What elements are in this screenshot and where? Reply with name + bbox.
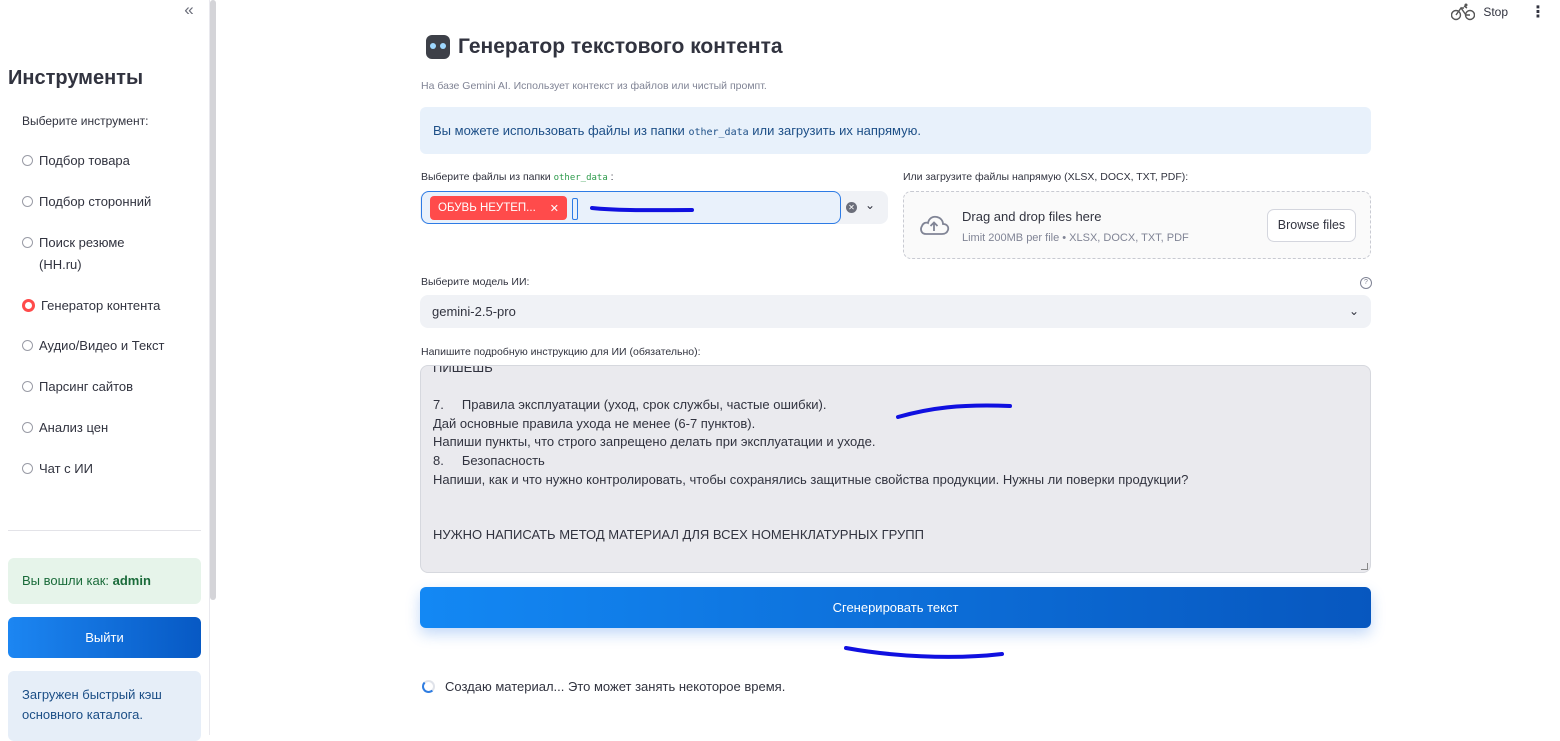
- login-username: admin: [112, 573, 151, 588]
- radio-icon: [22, 237, 33, 248]
- folder-files-label-suffix: :: [610, 171, 614, 183]
- tool-radio-audio-video[interactable]: Аудио/Видео и Текст: [22, 335, 192, 357]
- radio-icon: [22, 463, 33, 474]
- tool-radio-product-selection[interactable]: Подбор товара: [22, 150, 192, 172]
- tool-radio-label: Генератор контента: [41, 298, 161, 313]
- selected-file-tag[interactable]: ОБУВЬ НЕУТЕП... ✕: [430, 196, 567, 220]
- robot-icon: [426, 35, 450, 59]
- instruction-line: 8. Безопасность: [433, 452, 545, 468]
- tool-select-label: Выберите инструмент:: [22, 114, 149, 128]
- tool-radio-third-party-selection[interactable]: Подбор сторонний: [22, 191, 192, 213]
- folder-files-multiselect[interactable]: ОБУВЬ НЕУТЕП... ✕ ✕ ⌄: [420, 191, 888, 224]
- remove-tag-icon[interactable]: ✕: [550, 202, 559, 215]
- instruction-text: ПИШЕШЬ 7. Правила эксплуатации (уход, сро…: [433, 365, 1353, 545]
- multiselect-input[interactable]: ОБУВЬ НЕУТЕП... ✕: [421, 191, 841, 224]
- tool-radio-label: Подбор товара: [39, 153, 130, 168]
- instruction-line: [433, 489, 1353, 508]
- sidebar-scrollbar[interactable]: [210, 0, 216, 600]
- page-title: Генератор текстового контента: [426, 35, 783, 59]
- radio-icon: [22, 196, 33, 207]
- upload-label: Или загрузите файлы напрямую (XLSX, DOCX…: [903, 171, 1189, 183]
- clear-selection-icon[interactable]: ✕: [846, 202, 857, 213]
- instruction-line: НУЖНО НАПИСАТЬ МЕТОД МАТЕРИАЛ ДЛЯ ВСЕХ Н…: [433, 527, 924, 543]
- resize-handle[interactable]: [1361, 563, 1368, 570]
- loading-spinner-icon: [422, 680, 435, 693]
- main-menu-icon[interactable]: ⋮: [1530, 2, 1546, 22]
- tool-radio-label: Анализ цен: [39, 420, 109, 435]
- cache-status-message: Загружен быстрый кэш основного каталога.: [8, 671, 201, 741]
- selected-file-tag-label: ОБУВЬ НЕУТЕП...: [438, 202, 536, 214]
- tool-radio-label: Чат с ИИ: [39, 461, 93, 476]
- tool-radio-content-generator[interactable]: Генератор контента: [22, 295, 192, 317]
- instruction-label: Напишите подробную инструкцию для ИИ (об…: [421, 346, 701, 358]
- info-prefix: Вы можете использовать файлы из папки: [433, 123, 685, 138]
- browse-files-button[interactable]: Browse files: [1267, 209, 1356, 242]
- tool-radio-label: Парсинг сайтов: [39, 379, 134, 394]
- file-dropzone[interactable]: Drag and drop files here Limit 200MB per…: [903, 191, 1371, 259]
- scribble-stroke: [844, 646, 1004, 659]
- tool-radio-label: Подбор сторонний: [39, 194, 152, 209]
- dropzone-limit: Limit 200MB per file • XLSX, DOCX, TXT, …: [962, 232, 1189, 244]
- folder-files-label-prefix: Выберите файлы из папки: [421, 171, 551, 183]
- instruction-line: Напиши пункты, что строго запрещено дела…: [433, 434, 876, 450]
- help-icon[interactable]: ?: [1360, 277, 1372, 289]
- radio-icon: [22, 381, 33, 392]
- text-cursor: [572, 198, 578, 220]
- logout-button[interactable]: Выйти: [8, 617, 201, 658]
- instruction-line: Напиши, как и что нужно контролировать, …: [433, 471, 1189, 487]
- login-prefix: Вы вошли как:: [22, 573, 110, 588]
- model-label: Выберите модель ИИ:: [421, 276, 530, 288]
- page-subtitle: На базе Gemini AI. Использует контекст и…: [421, 80, 767, 92]
- folder-files-label: Выберите файлы из папки other_data :: [421, 171, 614, 183]
- generate-button[interactable]: Сгенерировать текст: [420, 587, 1371, 628]
- sidebar-divider: [8, 530, 201, 531]
- tool-radio-ai-chat[interactable]: Чат с ИИ: [22, 458, 192, 480]
- instruction-line: [433, 378, 1353, 397]
- tool-radio-label: Аудио/Видео и Текст: [39, 338, 165, 353]
- instruction-line: Дай основные правила ухода не менее (6-7…: [433, 415, 756, 431]
- info-suffix: или загрузить их напрямую.: [752, 123, 921, 138]
- instruction-textarea[interactable]: ПИШЕШЬ 7. Правила эксплуатации (уход, сро…: [420, 365, 1371, 573]
- chevron-down-icon: ⌄: [1348, 304, 1359, 318]
- tool-radio-label: Поиск резюме (HH.ru): [39, 235, 125, 272]
- loading-status-text: Создаю материал... Это может занять неко…: [445, 679, 786, 694]
- sidebar-title: Инструменты: [8, 67, 144, 89]
- tool-radio-site-parsing[interactable]: Парсинг сайтов: [22, 376, 192, 398]
- instruction-line: ПИШЕШЬ: [433, 365, 493, 375]
- tool-radio-price-analysis[interactable]: Анализ цен: [22, 417, 192, 439]
- info-folder-code: other_data: [688, 127, 749, 138]
- login-status: Вы вошли как: admin: [8, 558, 201, 604]
- cloud-upload-icon: [920, 215, 950, 235]
- radio-icon: [22, 422, 33, 433]
- page-title-text: Генератор текстового контента: [458, 35, 783, 58]
- instruction-line: [433, 508, 1353, 527]
- model-select-value: gemini-2.5-pro: [432, 304, 516, 319]
- folder-files-label-code: other_data: [553, 173, 608, 183]
- chevron-down-icon[interactable]: ⌄: [865, 198, 875, 212]
- radio-icon: [22, 340, 33, 351]
- radio-icon: [22, 155, 33, 166]
- bicycle-icon: [1451, 3, 1476, 21]
- radio-checked-icon: [22, 299, 35, 312]
- collapse-sidebar-icon[interactable]: «: [178, 0, 200, 20]
- tool-radio-resume-search[interactable]: Поиск резюме (HH.ru): [22, 232, 142, 276]
- stop-button[interactable]: Stop: [1483, 5, 1508, 19]
- info-alert: Вы можете использовать файлы из папки ot…: [420, 107, 1371, 154]
- dropzone-title: Drag and drop files here: [962, 209, 1102, 224]
- instruction-line: 7. Правила эксплуатации (уход, срок служ…: [433, 397, 827, 413]
- model-select[interactable]: gemini-2.5-pro ⌄: [420, 295, 1371, 328]
- status-widget: Stop ⋮: [1451, 2, 1546, 22]
- sidebar: « Инструменты Выберите инструмент: Подбо…: [0, 0, 210, 741]
